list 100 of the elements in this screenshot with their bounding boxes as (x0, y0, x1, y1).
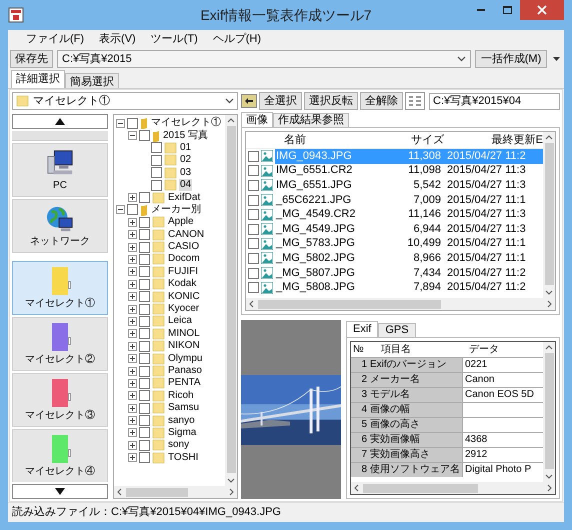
checkbox[interactable] (139, 366, 150, 376)
nav-button[interactable]: マイセレクト① (12, 261, 108, 315)
checkbox[interactable] (248, 180, 259, 191)
checkbox[interactable] (151, 167, 162, 178)
tab[interactable]: 簡易選択 (65, 73, 119, 88)
checkbox[interactable] (139, 340, 150, 352)
expand-icon[interactable] (128, 316, 137, 326)
tab[interactable]: 詳細選択 (11, 70, 65, 88)
scroll-down-button[interactable] (12, 484, 108, 499)
tab[interactable]: Exif (346, 321, 378, 337)
tree-item[interactable]: Sigma (167, 426, 198, 439)
menu-item[interactable]: 表示(V) (99, 31, 136, 48)
save-to-button[interactable]: 保存先 (10, 50, 53, 68)
column-header[interactable]: 項目名 (369, 342, 463, 357)
checkbox[interactable] (151, 142, 162, 154)
collapse-icon[interactable] (116, 205, 125, 214)
file-row[interactable]: IMG_6551.CR2 11,098 2015/04/27 11:3 (275, 164, 543, 178)
expand-icon[interactable] (128, 193, 137, 202)
checkbox[interactable] (139, 328, 150, 340)
expand-icon[interactable] (128, 453, 137, 462)
expand-icon[interactable] (128, 292, 137, 302)
column-header[interactable]: № (351, 342, 369, 357)
dropdown-arrow-icon[interactable] (553, 57, 560, 61)
expand-icon[interactable] (128, 329, 137, 338)
checkbox[interactable] (248, 268, 259, 279)
checkbox[interactable] (139, 254, 150, 265)
tree-item[interactable]: 04 (179, 179, 192, 192)
checkbox[interactable] (248, 165, 259, 176)
expand-icon[interactable] (128, 242, 137, 252)
collapse-icon[interactable] (116, 118, 125, 128)
column-header[interactable]: 最終更新E (448, 132, 543, 148)
tree-item[interactable]: Ricoh (167, 390, 195, 402)
menu-item[interactable]: ツール(T) (150, 31, 198, 48)
nav-button[interactable]: マイセレクト③ (12, 373, 108, 427)
save-path-combo[interactable]: C:¥写真¥2015 (57, 50, 471, 68)
expand-icon[interactable] (128, 391, 137, 400)
expand-icon[interactable] (128, 230, 137, 240)
expand-icon[interactable] (128, 218, 137, 227)
checkbox[interactable] (139, 427, 150, 438)
checkbox[interactable] (248, 209, 259, 220)
checkbox[interactable] (248, 238, 259, 250)
tree-item[interactable]: TOSHI (167, 452, 200, 464)
file-row[interactable]: _MG_5807.JPG 7,434 2015/04/27 11:2 (275, 266, 543, 280)
checkbox[interactable] (248, 252, 259, 264)
tree-item[interactable]: Olympu (167, 352, 204, 365)
tree-item[interactable]: 02 (179, 154, 192, 166)
up-folder-button[interactable] (241, 94, 257, 108)
expand-icon[interactable] (128, 304, 137, 314)
checkbox[interactable] (139, 266, 150, 278)
column-header[interactable]: サイズ (386, 132, 448, 148)
vertical-scrollbar[interactable] (543, 342, 555, 482)
checkbox[interactable] (139, 291, 150, 302)
menu-item[interactable]: ファイル(F) (26, 31, 84, 48)
tree-item[interactable]: CANON (167, 228, 206, 241)
vertical-scrollbar[interactable] (543, 132, 555, 298)
expand-icon[interactable] (128, 366, 137, 376)
checkbox[interactable] (139, 278, 150, 290)
expand-icon[interactable] (128, 342, 137, 351)
tree-item[interactable]: 03 (179, 166, 192, 179)
horizontal-scrollbar[interactable] (246, 298, 555, 310)
tree-item[interactable]: Docom (167, 253, 201, 266)
tree-item[interactable]: KONIC (167, 290, 201, 303)
toolbar-button[interactable]: 選択反転 (304, 92, 358, 110)
expand-icon[interactable] (128, 404, 137, 413)
tree-item[interactable]: Samsu (167, 402, 200, 414)
tree-item[interactable]: ExifDat (167, 192, 202, 204)
folder-combo[interactable]: マイセレクト① (12, 92, 238, 110)
horizontal-scrollbar[interactable] (351, 482, 555, 494)
horizontal-scrollbar[interactable] (114, 486, 237, 498)
folder-path-field[interactable]: C:¥写真¥2015¥04 (429, 92, 560, 110)
nav-button[interactable]: マイセレクト④ (12, 429, 108, 482)
tree-item[interactable]: MINOL (167, 328, 201, 340)
close-button[interactable] (520, 0, 564, 20)
file-row[interactable]: _MG_5802.JPG 8,966 2015/04/27 11:1 (275, 251, 543, 266)
expand-icon[interactable] (128, 416, 137, 426)
tree-item[interactable]: PENTA (167, 377, 202, 390)
nav-button[interactable]: マイセレクト② (12, 317, 108, 371)
checkbox[interactable] (139, 390, 150, 402)
expand-icon[interactable] (128, 378, 137, 388)
list-view-button[interactable] (405, 92, 425, 110)
column-header[interactable]: データ (463, 342, 543, 357)
checkbox[interactable] (139, 242, 150, 253)
tree-item[interactable]: マイセレクト① (150, 117, 222, 130)
checkbox[interactable] (248, 194, 259, 206)
checkbox[interactable] (139, 415, 150, 426)
tree-item[interactable]: Kodak (167, 278, 198, 290)
file-row[interactable]: IMG_6551.JPG 5,542 2015/04/27 11:3 (275, 178, 543, 193)
checkbox[interactable] (248, 282, 259, 294)
checkbox[interactable] (127, 204, 138, 216)
tree-item[interactable]: Panaso (167, 365, 203, 377)
file-row[interactable]: _MG_5808.JPG 7,894 2015/04/27 11:2 (275, 280, 543, 295)
toolbar-button[interactable]: 全選択 (259, 92, 302, 110)
checkbox[interactable] (139, 378, 150, 389)
tree-item[interactable]: Leica (167, 315, 193, 328)
tab[interactable]: GPS (378, 323, 416, 337)
tree-item[interactable]: メーカー別 (150, 204, 202, 216)
nav-button[interactable]: PC (12, 143, 108, 197)
checkbox[interactable] (139, 316, 150, 327)
batch-create-button[interactable]: 一括作成(M) (475, 50, 547, 68)
tree-item[interactable]: NIKON (167, 340, 201, 352)
